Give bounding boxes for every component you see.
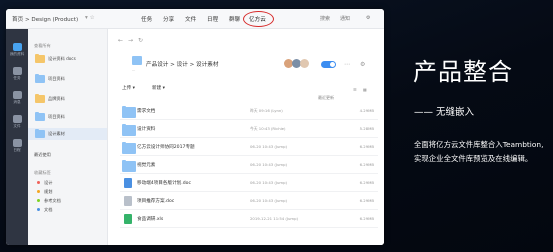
file-size: 5.28MB	[359, 126, 374, 131]
sidebar-item[interactable]: 项目资料	[48, 114, 65, 120]
more-icon[interactable]: ⋯	[344, 61, 350, 68]
refresh-icon[interactable]: ↻	[138, 37, 143, 44]
back-arrow-icon[interactable]: ←	[118, 37, 123, 44]
rail-label: 我的资料	[9, 52, 25, 56]
tab-chat[interactable]: 群聊	[229, 15, 240, 23]
main-panel: ← → ↻ 产品设计 > 设计 > 设计素材 ··· ⋯ ⚙ 上传 ▾ 新建 ▾…	[108, 29, 384, 245]
file-name: 设计资料	[137, 127, 156, 132]
bell-icon[interactable]: 通知	[340, 15, 350, 22]
breadcrumb[interactable]: 首页 > Design (Product)	[12, 15, 78, 23]
rail-label: 任务	[13, 76, 21, 80]
rail-item-files[interactable]: 文件	[6, 115, 28, 129]
file-date: 06-20 10:43 (Jump)	[250, 144, 287, 149]
path-more[interactable]: ···	[132, 69, 135, 73]
file-name: 项目推荐方案.doc	[137, 199, 175, 204]
rail-item-calendar[interactable]: 日程	[6, 139, 28, 153]
top-bar: 首页 > Design (Product) ▾ ☆ 任务 分享 文件 日程 群聊…	[6, 9, 384, 29]
file-size: 6.29MB	[359, 180, 374, 185]
rail-label: 文件	[13, 124, 21, 128]
sidebar-item[interactable]: 项目资料	[48, 76, 65, 82]
profile-icon	[12, 43, 22, 51]
table-row[interactable]: 项目推荐方案.doc 06-20 10:43 (Jump) 6.29MB	[120, 193, 378, 210]
gear-icon[interactable]: ⚙	[366, 15, 370, 21]
upload-button[interactable]: 上传 ▾	[122, 85, 135, 91]
folder-icon	[35, 53, 45, 63]
file-size: 6.29MB	[359, 144, 374, 149]
tab-tasks[interactable]: 任务	[141, 15, 152, 23]
rail-label: 消息	[13, 100, 21, 104]
folder-icon	[35, 111, 45, 121]
sidebar-item-label: 设计素材	[48, 131, 65, 136]
folder-icon	[35, 73, 45, 83]
table-row[interactable]: 视觉元素 06-20 10:43 (Jump) 6.29MB	[120, 157, 378, 174]
file-size: 4.29MB	[359, 108, 374, 113]
table-row[interactable]: 亿方云设计师协同2017专题 06-20 10:43 (Jump) 6.29MB	[120, 139, 378, 156]
file-name: 食品调研.xls	[137, 217, 164, 222]
message-icon	[12, 91, 22, 99]
file-date: 06-20 10:43 (Jump)	[250, 198, 287, 203]
file-size: 6.29MB	[359, 198, 374, 203]
calendar-icon	[12, 139, 22, 147]
grid-view-icon[interactable]: ▦	[363, 87, 367, 92]
feature-subtitle: —— 无缝嵌入	[414, 107, 475, 118]
feature-panel: 产品整合 —— 无缝嵌入 全面将亿方云文件库整合入Teambtion, 实现企业…	[384, 0, 553, 252]
tab-calendar[interactable]: 日程	[207, 15, 218, 23]
breadcrumb-menu-icon[interactable]: ▾ ☆	[85, 15, 95, 21]
file-date: 昨天 09:16 (Lynn)	[250, 108, 283, 113]
sidebar-item-selected[interactable]: 设计素材	[28, 128, 107, 140]
feature-title: 产品整合	[413, 58, 513, 86]
table-row[interactable]: 移动端4项目各版计划.doc 06-20 10:43 (Jump) 6.29MB	[120, 175, 378, 192]
table-row[interactable]: 食品调研.xls 2019-12-21 11:54 (Jump) 6.29MB	[120, 211, 378, 228]
tab-share[interactable]: 分享	[163, 15, 174, 23]
settings-icon[interactable]: ⚙	[360, 61, 365, 68]
file-date: 今天 10:43 (Richie)	[250, 126, 286, 131]
file-date: 06-20 10:43 (Jump)	[250, 162, 287, 167]
rail-item-profile[interactable]: 我的资料	[6, 43, 28, 57]
sidebar-item[interactable]: 品牌资料	[48, 96, 65, 102]
task-icon	[12, 67, 22, 75]
feature-description: 全面将亿方云文件库整合入Teambtion, 实现企业全文件库预览及在线编辑。	[414, 140, 544, 163]
avatar[interactable]	[300, 59, 309, 68]
left-rail: 我的资料 任务 消息 文件 日程 +	[6, 29, 28, 245]
rail-label: 日程	[13, 148, 21, 152]
rail-item-tasks[interactable]: 任务	[6, 67, 28, 81]
file-size: 6.29MB	[359, 216, 374, 221]
file-name: 需求文档	[137, 109, 156, 114]
file-name: 亿方云设计师协同2017专题	[137, 145, 195, 150]
tab-files[interactable]: 文件	[185, 15, 196, 23]
file-name: 视觉元素	[137, 163, 156, 168]
forward-arrow-icon[interactable]: →	[128, 37, 133, 44]
search-icon[interactable]: 搜索	[320, 15, 330, 22]
folder-path[interactable]: 产品设计 > 设计 > 设计素材	[146, 60, 218, 68]
folder-icon	[35, 93, 45, 103]
table-row[interactable]: 设计资料 今天 10:43 (Richie) 5.28MB	[120, 121, 378, 138]
sidebar-section-title[interactable]: 查看所有	[34, 43, 51, 49]
rail-item-messages[interactable]: 消息	[6, 91, 28, 105]
file-icon	[12, 115, 22, 123]
file-size: 6.29MB	[359, 162, 374, 167]
file-date: 06-20 10:43 (Jump)	[250, 180, 287, 185]
app-window: 首页 > Design (Product) ▾ ☆ 任务 分享 文件 日程 群聊…	[6, 9, 384, 245]
new-button[interactable]: 新建 ▾	[152, 85, 165, 91]
sort-label[interactable]: 最近更新	[318, 95, 334, 101]
file-date: 2019-12-21 11:54 (Jump)	[250, 216, 299, 221]
sidebar-item[interactable]: 设计资料 docs	[48, 56, 76, 62]
folder-icon	[132, 56, 142, 65]
list-view-icon[interactable]: ☰	[353, 87, 357, 92]
sync-toggle[interactable]	[321, 61, 336, 68]
file-name: 移动端4项目各版计划.doc	[137, 181, 191, 186]
highlight-circle	[243, 11, 274, 27]
table-row[interactable]: 需求文档 昨天 09:16 (Lynn) 4.29MB	[120, 103, 378, 120]
folder-icon	[35, 128, 45, 138]
